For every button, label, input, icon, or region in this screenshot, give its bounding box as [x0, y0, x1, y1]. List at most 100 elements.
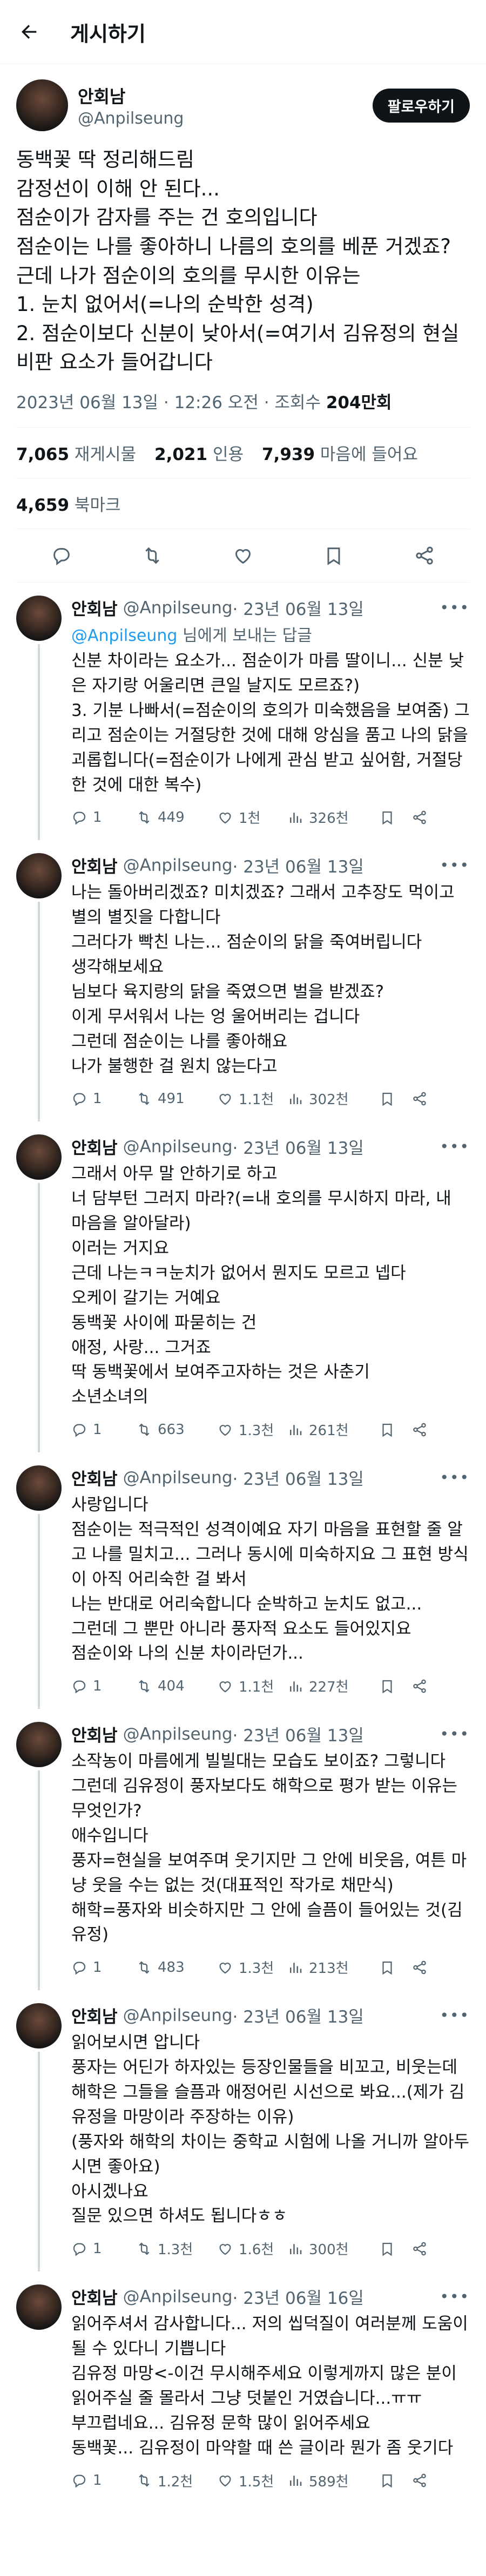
reply-author-handle[interactable]: @Anpilseung [123, 2006, 233, 2025]
reply-retweet-button[interactable]: 1.3천 [136, 2239, 217, 2259]
reply-comment-button[interactable]: 1 [71, 1091, 136, 1107]
reply-author-handle[interactable]: @Anpilseung [123, 1725, 233, 1744]
reply-bookmark-button[interactable] [379, 809, 411, 826]
reply-button[interactable] [49, 543, 74, 568]
reply-author-name[interactable]: 안회남 [71, 853, 118, 877]
bookmark-stat[interactable]: 4,659 북마크 [16, 478, 470, 530]
like-button[interactable] [231, 543, 255, 568]
retweet-button[interactable] [140, 543, 165, 568]
reply-tweet[interactable]: 안회남 @Anpilseung · 23년 06월 13일 ••• 나는 돌아버… [0, 840, 486, 1122]
more-options-icon[interactable]: ••• [440, 2288, 470, 2305]
reply-retweet-button[interactable]: 1.2천 [136, 2471, 217, 2491]
reply-author-name[interactable]: 안회남 [71, 1722, 118, 1746]
reply-share-button[interactable] [411, 2472, 433, 2489]
author-name[interactable]: 안회남 [78, 83, 373, 108]
reply-views-button[interactable]: 326천 [287, 807, 379, 827]
reply-tweet[interactable]: 안회남 @Anpilseung · 23년 06월 13일 ••• @Anpil… [0, 583, 486, 841]
like-stat[interactable]: 7,939 마음에 들어요 [262, 441, 418, 465]
reply-author-handle[interactable]: @Anpilseung [123, 1137, 233, 1157]
reply-comment-button[interactable]: 1 [71, 1422, 136, 1438]
reply-comment-button[interactable]: 1 [71, 1959, 136, 1976]
reply-views-button[interactable]: 589천 [287, 2471, 379, 2491]
reply-views-button[interactable]: 227천 [287, 1676, 379, 1696]
reply-share-button[interactable] [411, 1959, 433, 1976]
reply-like-button[interactable]: 1.1천 [217, 1676, 287, 1696]
reply-tweet[interactable]: 안회남 @Anpilseung · 23년 06월 13일 ••• 사랑입니다 … [0, 1452, 486, 1709]
reply-views-button[interactable]: 261천 [287, 1419, 379, 1439]
reply-retweet-button[interactable]: 663 [136, 1422, 217, 1438]
quote-stat[interactable]: 2,021 인용 [154, 441, 244, 465]
reply-bookmark-button[interactable] [379, 1422, 411, 1438]
reply-views-button[interactable]: 300천 [287, 2239, 379, 2259]
reply-like-button[interactable]: 1.1천 [217, 1088, 287, 1108]
reply-date[interactable]: · 23년 06월 13일 [233, 853, 364, 877]
reply-author-name[interactable]: 안회남 [71, 1465, 118, 1490]
reply-like-button[interactable]: 1천 [217, 807, 287, 827]
reply-author-handle[interactable]: @Anpilseung [123, 598, 233, 618]
reply-author-name[interactable]: 안회남 [71, 596, 118, 620]
reply-comment-button[interactable]: 1 [71, 2472, 136, 2489]
reply-author-name[interactable]: 안회남 [71, 2003, 118, 2027]
reply-bookmark-button[interactable] [379, 2241, 411, 2257]
more-options-icon[interactable]: ••• [440, 1725, 470, 1743]
reply-views-button[interactable]: 302천 [287, 1088, 379, 1108]
reply-like-button[interactable]: 1.3천 [217, 1419, 287, 1439]
reply-bookmark-button[interactable] [379, 1959, 411, 1976]
reply-like-button[interactable]: 1.3천 [217, 1957, 287, 1977]
reply-bookmark-button[interactable] [379, 2472, 411, 2489]
reply-comment-button[interactable]: 1 [71, 2241, 136, 2257]
reply-share-button[interactable] [411, 2241, 433, 2257]
reply-share-button[interactable] [411, 809, 433, 826]
avatar[interactable] [16, 2003, 62, 2049]
reply-retweet-button[interactable]: 483 [136, 1959, 217, 1976]
avatar[interactable] [16, 2284, 62, 2330]
reply-date[interactable]: · 23년 06월 16일 [233, 2284, 364, 2309]
reply-retweet-button[interactable]: 404 [136, 1678, 217, 1694]
reply-retweet-button[interactable]: 449 [136, 809, 217, 826]
reply-like-button[interactable]: 1.6천 [217, 2239, 287, 2259]
follow-button[interactable]: 팔로우하기 [372, 88, 470, 123]
reply-date[interactable]: · 23년 06월 13일 [233, 2003, 364, 2027]
more-options-icon[interactable]: ••• [440, 1469, 470, 1486]
back-button[interactable] [15, 18, 43, 46]
reply-share-button[interactable] [411, 1678, 433, 1694]
author-handle[interactable]: @Anpilseung [78, 109, 373, 128]
share-button[interactable] [412, 543, 437, 568]
avatar[interactable] [16, 1134, 62, 1180]
reply-tweet[interactable]: 안회남 @Anpilseung · 23년 06월 13일 ••• 읽어보시면 … [0, 1990, 486, 2272]
avatar[interactable] [16, 853, 62, 899]
retweet-stat[interactable]: 7,065 재게시물 [16, 441, 136, 465]
replying-mention[interactable]: @Anpilseung [71, 626, 177, 645]
reply-tweet[interactable]: 안회남 @Anpilseung · 23년 06월 13일 ••• 소작농이 마… [0, 1709, 486, 1991]
more-options-icon[interactable]: ••• [440, 2006, 470, 2024]
reply-like-button[interactable]: 1.5천 [217, 2471, 287, 2491]
reply-comment-button[interactable]: 1 [71, 809, 136, 826]
reply-author-name[interactable]: 안회남 [71, 2284, 118, 2309]
reply-bookmark-button[interactable] [379, 1091, 411, 1107]
timestamp-text[interactable]: 2023년 06월 13일 · 12:26 오전 · 조회수 [16, 393, 326, 413]
reply-author-handle[interactable]: @Anpilseung [123, 856, 233, 875]
reply-comment-button[interactable]: 1 [71, 1678, 136, 1694]
reply-views-button[interactable]: 213천 [287, 1957, 379, 1977]
reply-tweet[interactable]: 안회남 @Anpilseung · 23년 06월 13일 ••• 그래서 아무… [0, 1121, 486, 1453]
more-options-icon[interactable]: ••• [440, 856, 470, 874]
reply-date[interactable]: · 23년 06월 13일 [233, 596, 364, 620]
reply-date[interactable]: · 23년 06월 13일 [233, 1134, 364, 1159]
bookmark-button[interactable] [321, 543, 346, 568]
reply-author-name[interactable]: 안회남 [71, 1134, 118, 1159]
reply-retweet-button[interactable]: 491 [136, 1091, 217, 1107]
reply-author-handle[interactable]: @Anpilseung [123, 2287, 233, 2307]
avatar[interactable] [16, 596, 62, 641]
avatar[interactable] [16, 1722, 62, 1768]
more-options-icon[interactable]: ••• [440, 599, 470, 617]
reply-tweet[interactable]: 안회남 @Anpilseung · 23년 06월 16일 ••• 읽어주셔서 … [0, 2271, 486, 2503]
reply-date[interactable]: · 23년 06월 13일 [233, 1722, 364, 1746]
reply-bookmark-button[interactable] [379, 1678, 411, 1694]
more-options-icon[interactable]: ••• [440, 1138, 470, 1155]
avatar[interactable] [16, 1465, 62, 1511]
reply-date[interactable]: · 23년 06월 13일 [233, 1465, 364, 1490]
reply-share-button[interactable] [411, 1422, 433, 1438]
reply-share-button[interactable] [411, 1091, 433, 1107]
avatar[interactable] [16, 79, 68, 131]
reply-author-handle[interactable]: @Anpilseung [123, 1468, 233, 1488]
